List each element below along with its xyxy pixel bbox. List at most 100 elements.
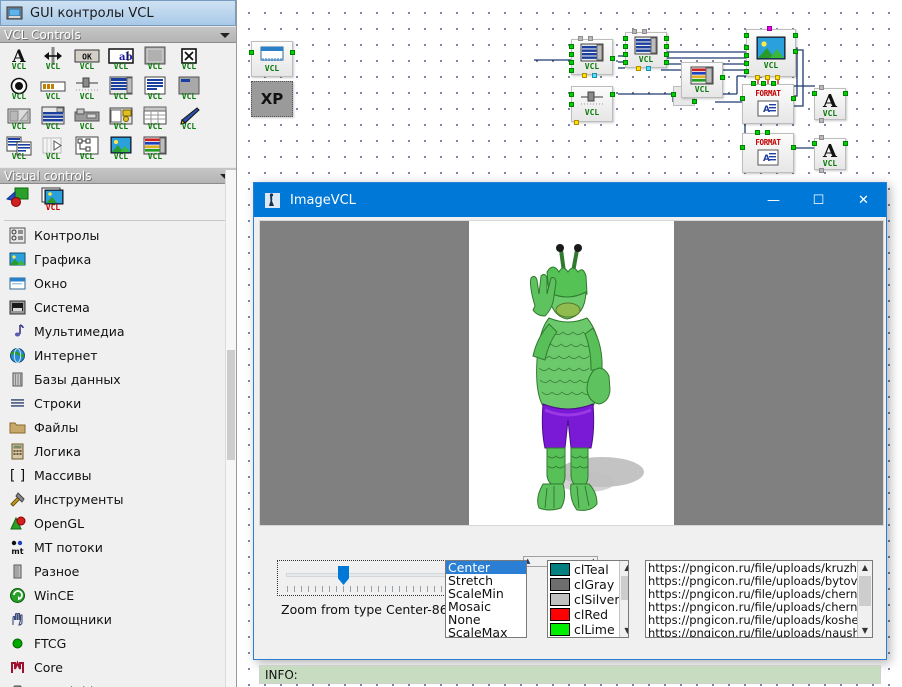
list-item[interactable]: clTeal bbox=[548, 562, 619, 577]
color-listbox[interactable]: clTeal clGray clSilver clRed clLime bbox=[547, 560, 629, 638]
maximize-button[interactable]: ☐ bbox=[796, 183, 841, 217]
port-out[interactable] bbox=[290, 50, 295, 55]
port-out[interactable] bbox=[791, 145, 796, 150]
zoom-trackbar-panel[interactable] bbox=[277, 560, 466, 596]
list-item[interactable]: https://pngicon.ru/file/uploads/chernyj-… bbox=[646, 601, 857, 614]
image-vcl-dialog[interactable]: ImageVCL — ☐ ✕ ▲ Zoom from type Center-8… bbox=[253, 182, 887, 684]
scrollbar-thumb[interactable] bbox=[859, 576, 871, 606]
port-in-2[interactable] bbox=[623, 44, 628, 49]
node-format-2[interactable]: FORMAT A bbox=[740, 130, 796, 173]
sidebar-item-graphics[interactable]: Графика bbox=[0, 247, 236, 271]
list-item[interactable]: clLime bbox=[548, 622, 619, 637]
list-item[interactable]: https://pngicon.ru/file/uploads/naushnik… bbox=[646, 627, 857, 637]
palette-icon-image[interactable]: VCL bbox=[105, 136, 137, 165]
sidebar-item-core[interactable]: Core bbox=[0, 655, 236, 679]
node-text-1[interactable]: A VCL bbox=[812, 85, 848, 123]
sidebar-item-system[interactable]: Система bbox=[0, 295, 236, 319]
palette-scrollbar[interactable] bbox=[225, 170, 236, 687]
list-item[interactable]: https://pngicon.ru/file/uploads/chernyj-… bbox=[646, 588, 857, 601]
chevron-down-icon[interactable] bbox=[220, 33, 230, 38]
port-out-3[interactable] bbox=[664, 52, 669, 57]
palette-icon-toolbar[interactable]: VCL bbox=[71, 106, 103, 135]
port-in[interactable] bbox=[812, 91, 817, 96]
port-in-1[interactable] bbox=[623, 36, 628, 41]
node-xp[interactable]: XP bbox=[251, 81, 293, 117]
port-in-1[interactable] bbox=[569, 92, 574, 97]
node-image[interactable]: VCL bbox=[744, 26, 798, 80]
port-out-2[interactable] bbox=[664, 44, 669, 49]
palette-icon-splitter[interactable]: VCL bbox=[37, 46, 69, 75]
sidebar-item-multimedia[interactable]: Мультимедиа bbox=[0, 319, 236, 343]
port-top-2[interactable] bbox=[588, 36, 593, 41]
palette-icon-radiobutton[interactable]: VCL bbox=[3, 76, 35, 105]
sidebar-item-kernelchip[interactable]: KernelChip bbox=[0, 679, 236, 687]
scale-mode-listbox[interactable]: Center Stretch ScaleMin Mosaic None Scal… bbox=[445, 560, 527, 638]
scroll-down-icon[interactable]: ▼ bbox=[620, 624, 628, 637]
port-top-2[interactable] bbox=[761, 81, 766, 86]
port-in-2[interactable] bbox=[569, 102, 574, 107]
palette-icon-imagevcl[interactable]: VCL bbox=[37, 187, 69, 216]
port-in-5[interactable] bbox=[744, 69, 749, 74]
image-preview-area[interactable] bbox=[259, 220, 884, 526]
port-top-2[interactable] bbox=[765, 130, 770, 135]
sidebar-item-misc[interactable]: Разное bbox=[0, 559, 236, 583]
list-item[interactable]: https://pngicon.ru/file/uploads/koshelek… bbox=[646, 614, 857, 627]
palette-icon-grid[interactable]: VCL bbox=[139, 106, 171, 135]
group-header-visual-controls[interactable]: Visual controls bbox=[0, 167, 236, 184]
port-top-1[interactable] bbox=[578, 36, 583, 41]
port-bottom-cyan[interactable] bbox=[592, 73, 597, 78]
port-out-2[interactable] bbox=[692, 99, 697, 104]
port-out[interactable] bbox=[843, 141, 848, 146]
list-item[interactable]: clSilver bbox=[548, 592, 619, 607]
palette-icon-panel[interactable]: VCL bbox=[139, 46, 171, 75]
sidebar-item-wince[interactable]: WinCE bbox=[0, 583, 236, 607]
palette-icon-richedit[interactable]: VCL bbox=[3, 136, 35, 165]
port-bottom[interactable] bbox=[819, 168, 824, 173]
palette-icon-progressbar[interactable]: VCL bbox=[37, 76, 69, 105]
palette-icon-button[interactable]: OK VCL bbox=[71, 46, 103, 75]
sidebar-item-threads[interactable]: mt МТ потоки bbox=[0, 535, 236, 559]
port-in-4[interactable] bbox=[569, 68, 574, 73]
port-top-3[interactable] bbox=[771, 81, 776, 86]
trackbar-thumb[interactable] bbox=[338, 566, 349, 585]
port-in[interactable] bbox=[671, 92, 676, 97]
port-in[interactable] bbox=[740, 96, 745, 101]
sidebar-item-window[interactable]: Окно bbox=[0, 271, 236, 295]
palette-icon-groupbox[interactable]: VCL bbox=[173, 76, 205, 105]
sidebar-item-opengl[interactable]: OpenGL bbox=[0, 511, 236, 535]
palette-icon-statusbar[interactable]: VCL bbox=[3, 106, 35, 135]
sidebar-item-logic[interactable]: Логика bbox=[0, 439, 236, 463]
port-in[interactable] bbox=[740, 145, 745, 150]
node-listview-2[interactable]: VCL bbox=[623, 29, 669, 71]
palette-icon-combobox[interactable]: VCL bbox=[139, 136, 171, 165]
port-out[interactable] bbox=[610, 92, 615, 97]
close-button[interactable]: ✕ bbox=[841, 183, 886, 217]
scroll-down-icon[interactable]: ▼ bbox=[858, 624, 872, 637]
port-top-1[interactable] bbox=[751, 81, 756, 86]
palette-icon-edit[interactable]: ab VCL bbox=[105, 46, 137, 75]
port-top[interactable] bbox=[819, 135, 824, 140]
port-out-1[interactable] bbox=[793, 33, 798, 38]
port-top[interactable] bbox=[819, 85, 824, 90]
port-out-1[interactable] bbox=[664, 36, 669, 41]
palette-icon-animate[interactable]: VCL bbox=[37, 136, 69, 165]
port-bottom-yellow[interactable] bbox=[636, 66, 641, 71]
port-out[interactable] bbox=[843, 91, 848, 96]
port-in-3[interactable] bbox=[744, 53, 749, 58]
color-listbox-scrollbar[interactable]: ▲ ▼ bbox=[619, 561, 628, 637]
scrollbar-thumb[interactable] bbox=[621, 576, 628, 600]
port-in-2[interactable] bbox=[744, 45, 749, 50]
node-form[interactable]: VCL bbox=[249, 41, 295, 77]
url-listbox[interactable]: https://pngicon.ru/file/uploads/kruzhki-… bbox=[645, 560, 873, 638]
palette-icon-treeview[interactable]: VCL bbox=[71, 136, 103, 165]
port-in[interactable] bbox=[249, 50, 254, 55]
sidebar-item-internet[interactable]: Интернет bbox=[0, 343, 236, 367]
sidebar-item-tools[interactable]: Инструменты bbox=[0, 487, 236, 511]
scroll-up-icon[interactable]: ▲ bbox=[858, 561, 872, 574]
palette-icon-listbox[interactable]: VCL bbox=[37, 106, 69, 135]
sidebar-item-arrays[interactable]: [ ] Массивы bbox=[0, 463, 236, 487]
sidebar-item-helpers[interactable]: Помощники bbox=[0, 607, 236, 631]
list-item[interactable]: https://pngicon.ru/file/uploads/bytovaja… bbox=[646, 575, 857, 588]
port-in-1[interactable] bbox=[744, 33, 749, 38]
port-bottom[interactable] bbox=[819, 118, 824, 123]
